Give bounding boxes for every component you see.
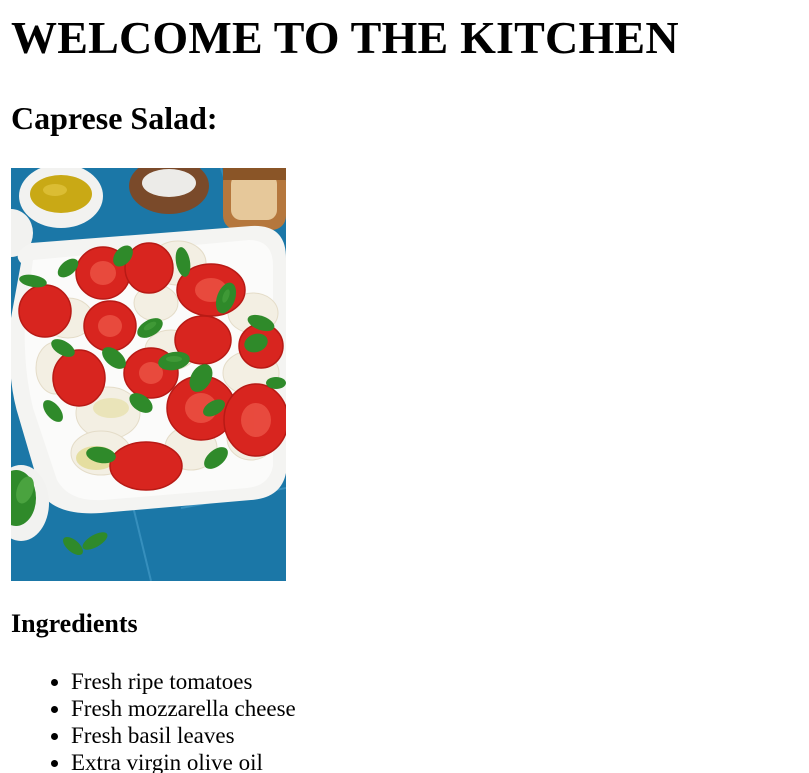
- list-item: Fresh mozzarella cheese: [71, 695, 296, 722]
- page-title: WELCOME TO THE KITCHEN: [11, 12, 679, 63]
- ingredients-list: Fresh ripe tomatoes Fresh mozzarella che…: [11, 668, 296, 773]
- ingredients-heading: Ingredients: [11, 609, 138, 638]
- list-item: Extra virgin olive oil: [71, 749, 296, 773]
- list-item: Fresh ripe tomatoes: [71, 668, 296, 695]
- recipe-title: Caprese Salad:: [11, 100, 218, 136]
- list-item: Fresh basil leaves: [71, 722, 296, 749]
- caprese-salad-photo: [11, 168, 286, 581]
